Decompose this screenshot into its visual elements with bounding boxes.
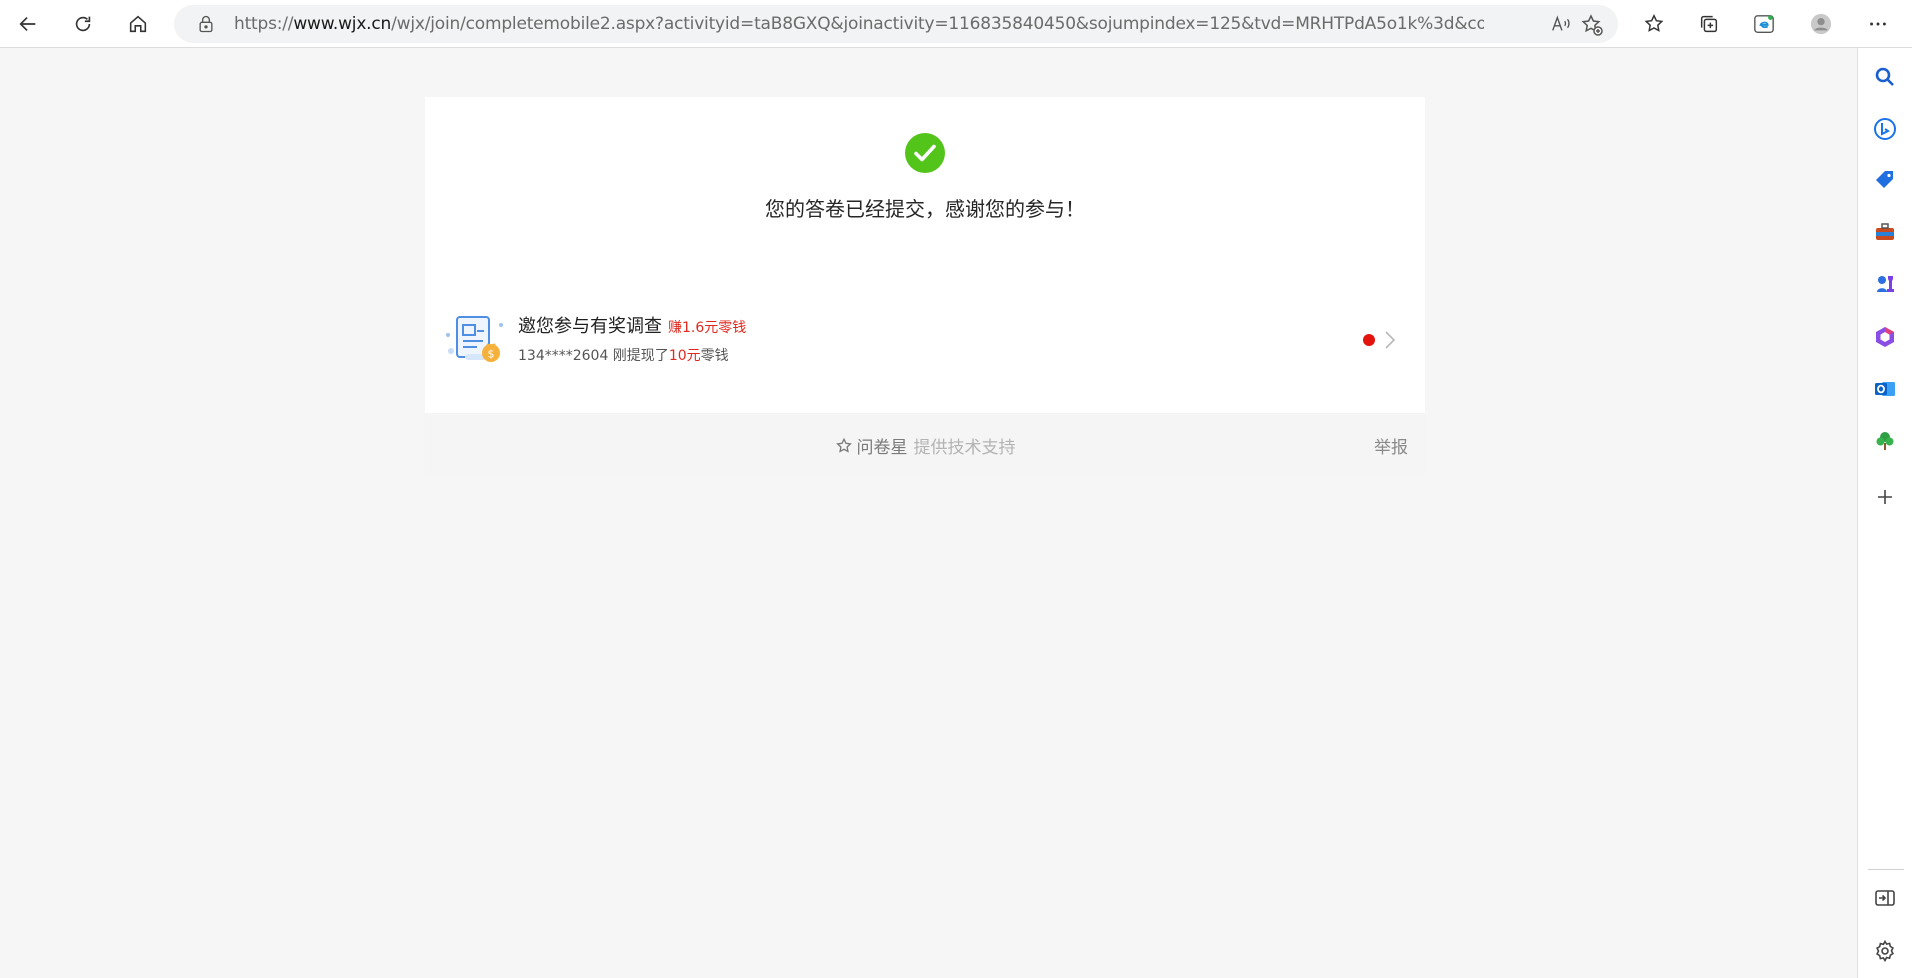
settings-more-button[interactable]: [1860, 6, 1896, 42]
url-path: /wjx/join/completemobile2.aspx?activityi…: [391, 14, 1484, 34]
edge-sidebar: [1857, 48, 1912, 978]
back-button[interactable]: [10, 6, 46, 42]
favorites-icon: [1644, 14, 1664, 32]
chevron-right-icon: [1385, 331, 1396, 349]
survey-reward-illustration-icon: $: [446, 316, 503, 362]
sidebar-games-button[interactable]: [1871, 270, 1899, 298]
page-footer: 问卷星 提供技术支持 举报: [425, 413, 1425, 473]
refresh-icon: [75, 16, 91, 32]
tree-icon: [1876, 432, 1894, 450]
success-message: 您的答卷已经提交，感谢您的参与！: [765, 197, 1085, 221]
success-check-icon: [905, 133, 945, 173]
sidebar-bing-button[interactable]: [1871, 115, 1899, 143]
favorites-button[interactable]: [1636, 6, 1672, 42]
svg-text:$: $: [488, 348, 495, 361]
sidebar-tree-button[interactable]: [1871, 427, 1899, 455]
avatar-icon: [1810, 13, 1832, 35]
collections-button[interactable]: [1691, 6, 1727, 42]
promo-title-line: 邀您参与有奖调查 赚1.6元零钱: [518, 312, 746, 338]
promo-sub-prefix: 134****2604 刚提现了: [518, 348, 669, 364]
lock-icon: [199, 15, 213, 33]
promo-sub-amount: 10元: [668, 348, 701, 364]
report-link[interactable]: 举报: [1374, 433, 1408, 458]
collections-icon: [1700, 15, 1718, 33]
gear-icon: [1876, 939, 1894, 963]
sidebar-hide-button[interactable]: [1871, 884, 1899, 912]
chess-piece-icon: [1877, 276, 1894, 292]
toolbox-icon: [1876, 223, 1894, 240]
home-button[interactable]: [120, 6, 156, 42]
tech-support-text: 提供技术支持: [913, 438, 1016, 458]
paid-survey-promo[interactable]: $ 邀您参与有奖调查 赚1.6元零钱 134****2604 刚提现了10元零钱: [445, 307, 1405, 373]
sidebar-outlook-button[interactable]: [1871, 375, 1899, 403]
home-icon: [129, 15, 147, 33]
read-aloud-icon[interactable]: [1550, 13, 1572, 35]
sidebar-office-button[interactable]: [1871, 323, 1899, 351]
edge-extension-button[interactable]: [1746, 6, 1782, 42]
sidebar-settings-button[interactable]: [1871, 937, 1899, 965]
refresh-button[interactable]: [65, 6, 101, 42]
sidebar-add-button[interactable]: [1871, 483, 1899, 511]
outlook-icon: [1875, 382, 1895, 396]
sidebar-search-button[interactable]: [1871, 63, 1899, 91]
promo-earn-badge: 赚1.6元零钱: [668, 320, 747, 336]
tag-icon: [1876, 171, 1893, 188]
add-favorite-icon[interactable]: [1580, 13, 1604, 37]
sidebar-shopping-button[interactable]: [1871, 166, 1899, 194]
browser-toolbar: https://www.wjx.cn/wjx/join/completemobi…: [0, 0, 1912, 48]
office-icon: [1876, 327, 1894, 347]
search-icon: [1875, 67, 1894, 86]
address-bar[interactable]: https://www.wjx.cn/wjx/join/completemobi…: [174, 5, 1618, 43]
back-arrow-icon: [19, 16, 36, 32]
sidebar-divider: [1868, 869, 1904, 870]
profile-button[interactable]: [1803, 6, 1839, 42]
completion-card: 您的答卷已经提交，感谢您的参与！ $ 邀您参与有奖调查 赚1.6元零钱 134**…: [425, 97, 1425, 413]
promo-title: 邀您参与有奖调查: [518, 316, 662, 337]
sidebar-tools-button[interactable]: [1871, 218, 1899, 246]
bing-chat-icon: [1874, 118, 1896, 140]
brand-name[interactable]: 问卷星: [857, 438, 908, 458]
edge-e-icon: [1754, 15, 1774, 33]
hide-sidebar-icon: [1875, 890, 1895, 906]
star-outline-icon: [835, 437, 852, 453]
promo-subtitle: 134****2604 刚提现了10元零钱: [518, 345, 729, 365]
notification-dot: [1363, 334, 1375, 346]
plus-icon: [1878, 490, 1892, 504]
url-prefix: https://: [234, 14, 294, 34]
promo-sub-suffix: 零钱: [700, 348, 729, 364]
more-dots-icon: [1870, 22, 1886, 26]
brand-credit: 问卷星 提供技术支持: [425, 433, 1425, 458]
url-host: www.wjx.cn: [293, 14, 392, 34]
url-text[interactable]: https://www.wjx.cn/wjx/join/completemobi…: [234, 5, 1484, 43]
